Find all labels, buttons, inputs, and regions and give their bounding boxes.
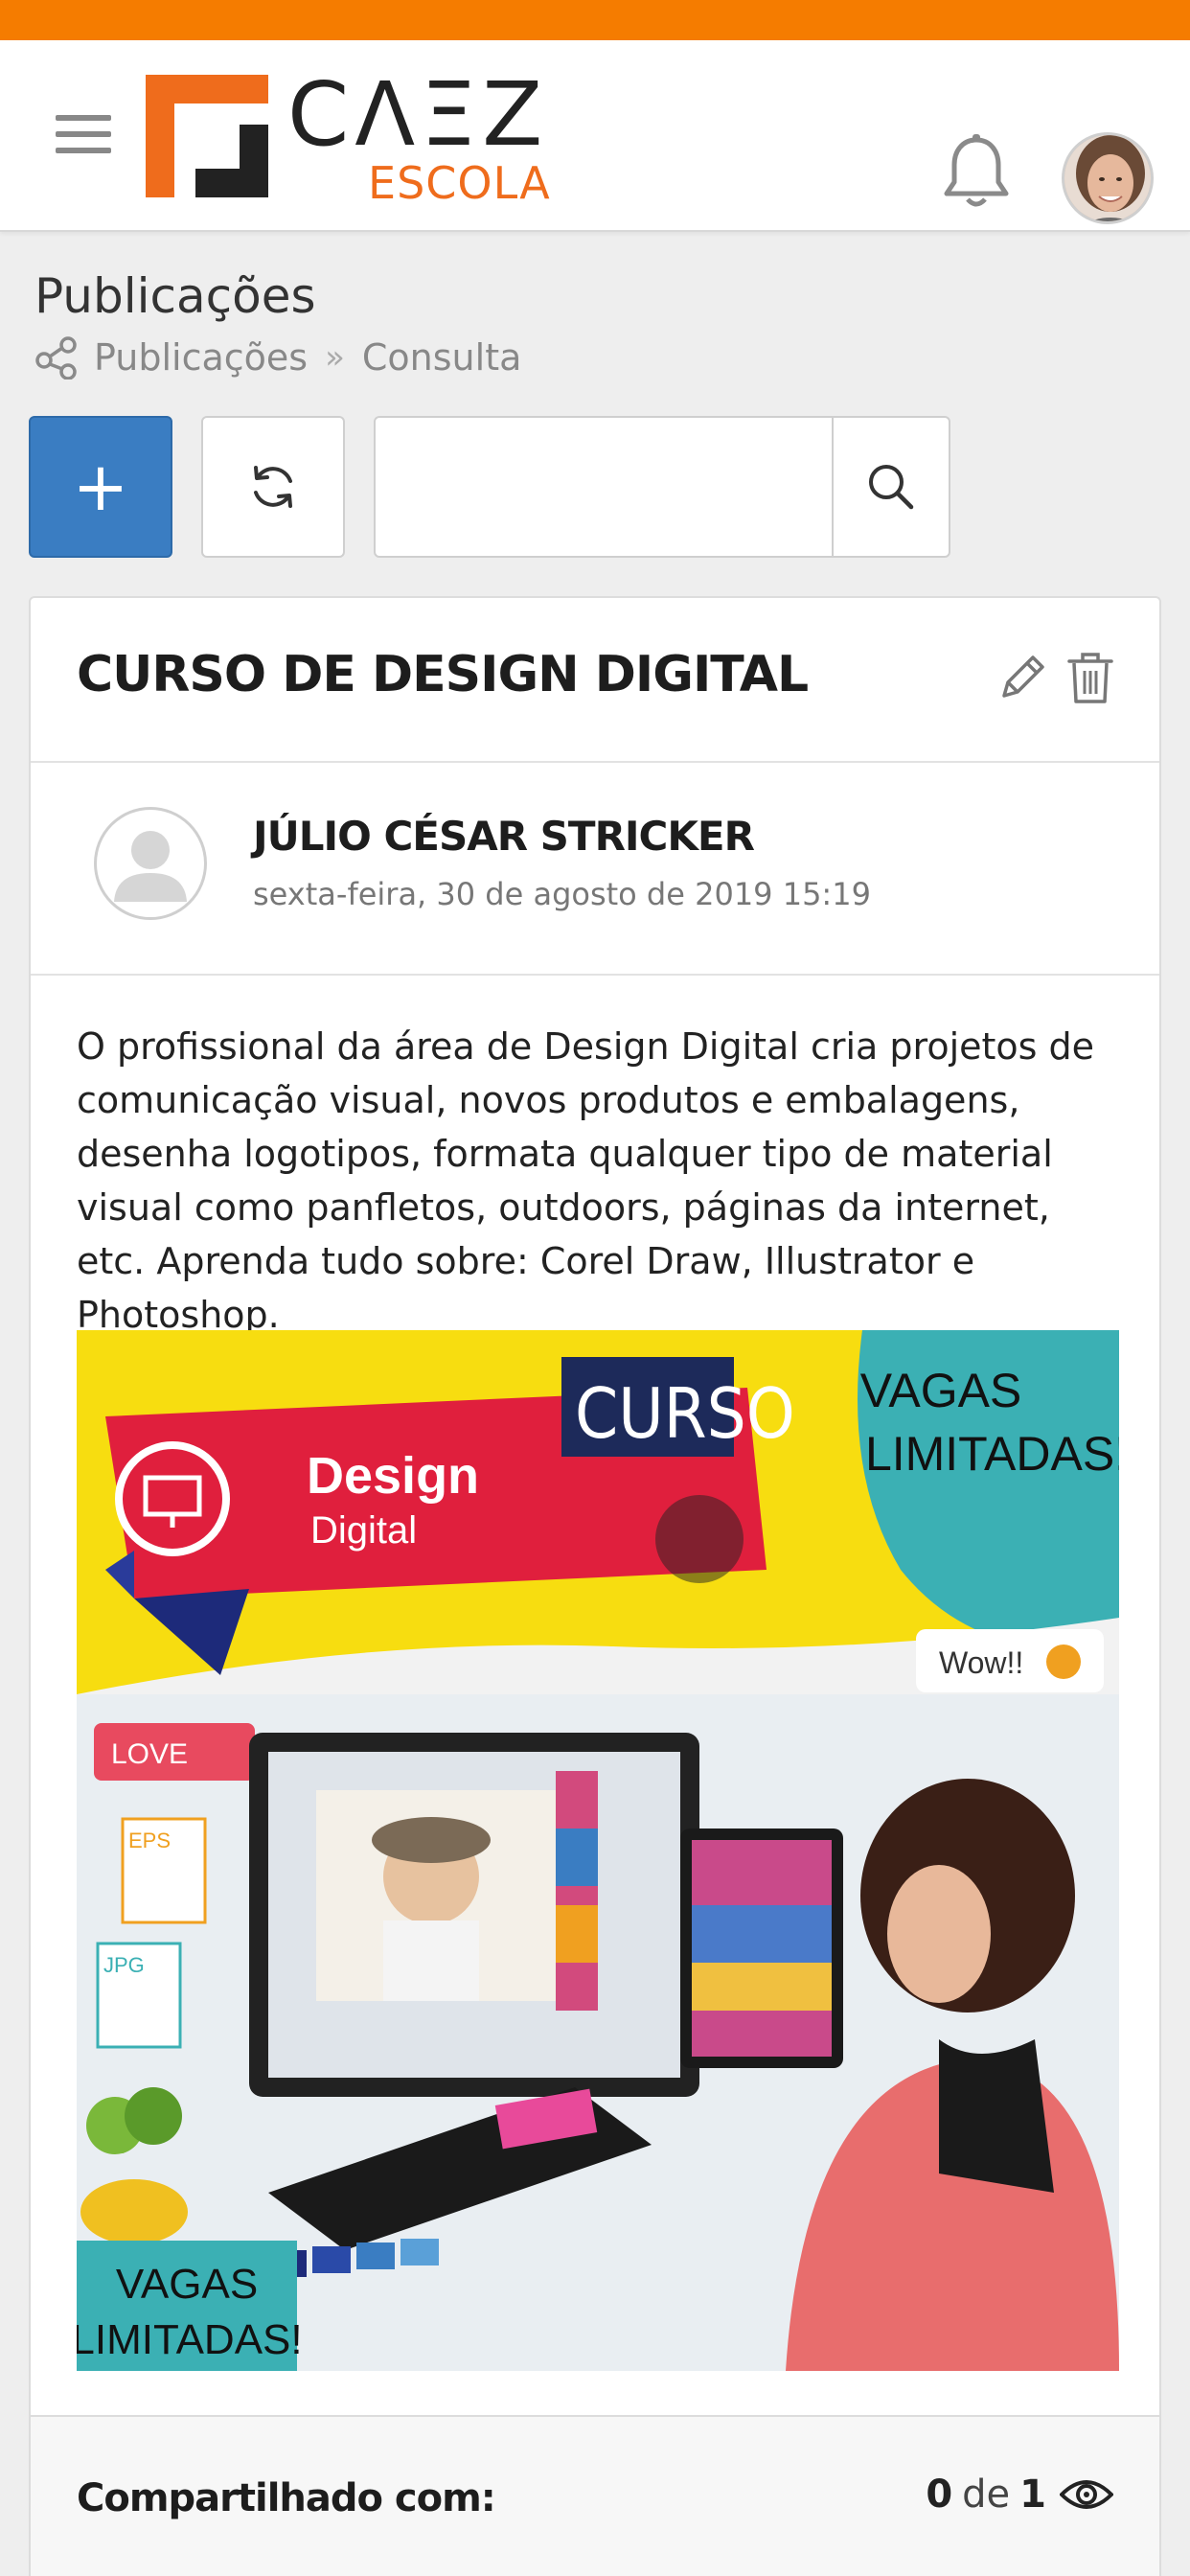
limitadas-top-text: LIMITADAS!: [865, 1427, 1119, 1481]
shared-count[interactable]: 0 de 1: [926, 2472, 1113, 2517]
post-title: CURSO DE DESIGN DIGITAL: [77, 646, 809, 703]
love-text: LOVE: [111, 1738, 188, 1770]
share-icon: [34, 335, 79, 380]
vagas-top-text: VAGAS: [860, 1364, 1022, 1417]
banner-curso-text: CURSO: [575, 1373, 795, 1454]
app-header: CΛΞZ ESCOLA: [0, 40, 1190, 232]
shared-count-value: 0: [926, 2472, 953, 2517]
add-button[interactable]: +: [29, 416, 172, 558]
jpg-text: JPG: [103, 1953, 145, 1977]
post-author-row: JÚLIO CÉSAR STRICKER sexta-feira, 30 de …: [31, 763, 1159, 976]
author-avatar: [94, 807, 207, 920]
refresh-button[interactable]: [201, 416, 345, 558]
search-input[interactable]: [376, 418, 832, 556]
limitadas-bottom-text: LIMITADAS!: [77, 2316, 303, 2363]
search-icon: [869, 465, 914, 510]
eye-icon: [1060, 2480, 1113, 2509]
post-header: CURSO DE DESIGN DIGITAL: [31, 598, 1159, 763]
shared-label: Compartilhado com:: [77, 2476, 496, 2520]
post-card: CURSO DE DESIGN DIGITAL JÚLIO CÉSAR STRI…: [29, 596, 1161, 2576]
breadcrumb-item-publicacoes[interactable]: Publicações: [94, 336, 308, 379]
trash-icon[interactable]: [1065, 650, 1115, 705]
app-logo[interactable]: CΛΞZ ESCOLA: [146, 67, 567, 209]
author-name: JÚLIO CÉSAR STRICKER: [253, 813, 755, 860]
post-body: O profissional da área de Design Digital…: [77, 1025, 1095, 1336]
vagas-bottom-text: VAGAS: [116, 2261, 258, 2308]
hamburger-icon[interactable]: [56, 115, 111, 159]
logo-wordmark: CΛΞZ: [287, 63, 549, 166]
pencil-icon[interactable]: [995, 652, 1048, 705]
user-avatar[interactable]: [1062, 132, 1154, 224]
banner-digital-text: Digital: [310, 1509, 417, 1552]
status-bar: [0, 0, 1190, 40]
post-date: sexta-feira, 30 de agosto de 2019 15:19: [253, 876, 871, 912]
page-title: Publicações: [34, 268, 316, 324]
post-footer: Compartilhado com: 0 de 1: [31, 2415, 1159, 2576]
breadcrumb: Publicações » Consulta: [34, 334, 521, 381]
bell-icon[interactable]: [941, 134, 1012, 211]
post-image[interactable]: Design Digital CURSO VAGAS LIMITADAS! Wo…: [77, 1330, 1119, 2371]
logo-subtitle: ESCOLA: [368, 157, 551, 209]
banner-design-text: Design: [307, 1447, 479, 1505]
wow-text: Wow!!: [939, 1645, 1023, 1680]
shared-count-total: 1: [1019, 2472, 1046, 2517]
eps-text: EPS: [128, 1828, 171, 1852]
logo-mark: [146, 75, 268, 197]
search-box: [374, 416, 950, 558]
search-button[interactable]: [832, 418, 949, 556]
refresh-icon: [254, 466, 292, 508]
chevron-double-right-icon: »: [325, 338, 345, 377]
breadcrumb-item-consulta: Consulta: [361, 336, 522, 379]
shared-count-of: de: [962, 2472, 1011, 2517]
